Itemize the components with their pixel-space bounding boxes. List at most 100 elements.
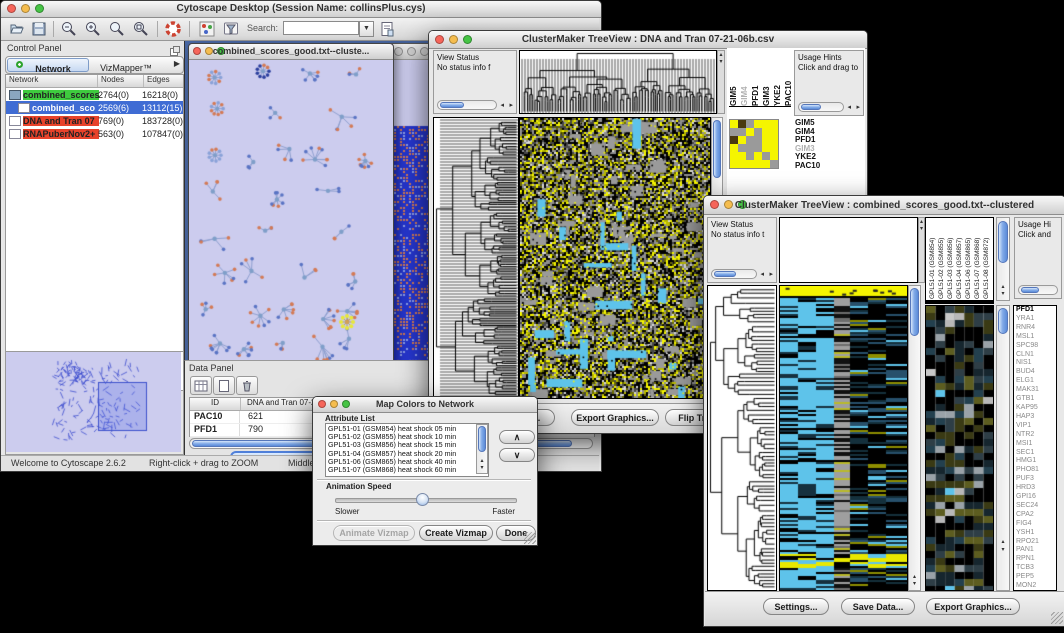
tv1-similarity-matrix[interactable] bbox=[729, 119, 779, 169]
scroll-left-icon[interactable]: ◂ bbox=[847, 103, 851, 111]
data-col-id[interactable]: ID bbox=[190, 398, 241, 410]
hscroll-thumb[interactable] bbox=[1021, 287, 1039, 293]
export-graphics-button[interactable]: Export Graphics... bbox=[926, 598, 1020, 615]
scroll-right-icon[interactable]: ▸ bbox=[856, 103, 860, 111]
tv1-hints-hscrollbar[interactable] bbox=[798, 102, 844, 112]
zoom-in-icon[interactable] bbox=[85, 21, 101, 42]
tv2-row-dendrogram[interactable] bbox=[708, 286, 776, 590]
export-graphics-button[interactable]: Export Graphics... bbox=[571, 409, 659, 426]
slower-label: Slower bbox=[335, 507, 359, 516]
background-network-canvas[interactable] bbox=[391, 60, 433, 364]
vscroll-thumb[interactable] bbox=[478, 426, 486, 452]
search-input[interactable] bbox=[283, 21, 359, 35]
open-session-icon[interactable] bbox=[9, 21, 25, 42]
attribute-list[interactable]: GPL51-01 (GSM854) heat shock 05 minGPL51… bbox=[325, 423, 489, 477]
resize-grip-icon[interactable] bbox=[524, 532, 536, 544]
scroll-right-icon[interactable]: ▸ bbox=[509, 101, 513, 109]
scroll-down-icon[interactable]: ▾ bbox=[477, 465, 487, 472]
scroll-up-icon[interactable]: ▴ bbox=[997, 539, 1009, 546]
scroll-down-icon[interactable]: ▾ bbox=[997, 547, 1009, 554]
network-view-canvas[interactable] bbox=[189, 60, 391, 366]
tv2-hints-hscrollbar[interactable] bbox=[1018, 285, 1058, 295]
animate-vizmap-button[interactable]: Animate Vizmap bbox=[333, 525, 415, 541]
network-row[interactable]: combined_scores2764(0)16218(0) bbox=[6, 88, 183, 101]
gene-label: NTR2 bbox=[1016, 431, 1056, 440]
vscroll-thumb[interactable] bbox=[910, 288, 919, 336]
network-row[interactable]: RNAPuberNov2+563(0)107847(0) bbox=[6, 127, 183, 140]
help-ring-icon[interactable] bbox=[165, 21, 181, 42]
tv1-col-scroll-strip[interactable]: ▴ ▾ bbox=[717, 50, 725, 114]
vscroll-thumb[interactable] bbox=[713, 120, 721, 178]
hscroll-thumb[interactable] bbox=[440, 102, 464, 108]
matrix-cell bbox=[730, 152, 738, 160]
search-dropdown-icon[interactable]: ▼ bbox=[359, 21, 374, 37]
navigator-canvas[interactable] bbox=[6, 352, 181, 452]
hscroll-thumb[interactable] bbox=[801, 104, 821, 110]
move-up-button[interactable]: ∧ bbox=[499, 430, 535, 444]
network-row[interactable]: DNA and Tran 07769(0)183728(0) bbox=[6, 114, 183, 127]
tv2-detail-heatmap[interactable] bbox=[926, 306, 993, 590]
attribute-item[interactable]: GPL51-07 (GSM868) heat shock 60 min bbox=[328, 466, 486, 474]
hscroll-thumb[interactable] bbox=[714, 271, 736, 277]
vscroll-thumb[interactable] bbox=[998, 308, 1008, 334]
tv1-heatmap[interactable] bbox=[520, 118, 710, 398]
tab-vizmapper[interactable]: VizMapper™ bbox=[90, 58, 162, 70]
filter-icon[interactable] bbox=[223, 21, 239, 42]
settings-button[interactable]: Settings... bbox=[763, 598, 829, 615]
tv2-detail-vscrollbar[interactable]: ▴ ▾ bbox=[996, 305, 1010, 591]
zoom-out-icon[interactable] bbox=[61, 21, 77, 42]
scroll-right-icon[interactable]: ▸ bbox=[769, 270, 773, 278]
save-session-icon[interactable] bbox=[31, 21, 47, 42]
tabs-overflow-arrow[interactable]: ▶ bbox=[174, 59, 180, 68]
tv2-column-dendrogram-panel[interactable] bbox=[779, 217, 918, 283]
scroll-up-icon[interactable]: ▴ bbox=[997, 284, 1009, 291]
scroll-up-icon[interactable]: ▴ bbox=[919, 219, 924, 226]
col-header-network[interactable]: Network bbox=[6, 75, 98, 87]
report-icon[interactable] bbox=[379, 21, 395, 42]
tv2-heat-vscrollbar[interactable]: ▴ ▾ bbox=[908, 285, 921, 591]
scroll-left-icon[interactable]: ◂ bbox=[500, 101, 504, 109]
tv2-col-vscrollbar[interactable]: ▴ ▾ bbox=[996, 217, 1010, 301]
network-navigator[interactable] bbox=[5, 351, 184, 455]
control-panel: Control Panel Network VizMapper™ ▶ Netwo… bbox=[3, 41, 184, 455]
table-icon[interactable] bbox=[190, 376, 212, 395]
new-attribute-icon[interactable] bbox=[213, 376, 235, 395]
vizmapper-icon[interactable] bbox=[199, 21, 215, 42]
zoom-selected-icon[interactable] bbox=[109, 21, 125, 42]
scroll-down-icon[interactable]: ▾ bbox=[997, 291, 1009, 298]
scroll-down-icon[interactable]: ▾ bbox=[909, 581, 920, 588]
create-vizmap-button[interactable]: Create Vizmap bbox=[419, 525, 493, 541]
tv1-view-status-panel: View Status No status info f ◂ ▸ bbox=[433, 50, 517, 114]
scroll-up-icon[interactable]: ▴ bbox=[718, 52, 724, 59]
zoom-fit-icon[interactable] bbox=[133, 21, 149, 42]
scroll-down-icon[interactable]: ▾ bbox=[919, 226, 924, 233]
tv1-row-dendrogram[interactable] bbox=[434, 118, 518, 398]
tv2-usage-hints-panel: Usage Hi Click and bbox=[1014, 217, 1062, 299]
network-table-header[interactable]: Network Nodes Edges bbox=[6, 75, 183, 88]
tab-network[interactable]: Network bbox=[7, 58, 89, 72]
scroll-up-icon[interactable]: ▴ bbox=[477, 458, 487, 465]
network-row[interactable]: combined_sco2569(6)13112(15) bbox=[6, 101, 183, 114]
scroll-down-icon[interactable]: ▾ bbox=[718, 59, 724, 66]
file-icon bbox=[9, 129, 21, 139]
network-name: combined_sco bbox=[32, 103, 96, 113]
slider-thumb[interactable] bbox=[416, 493, 429, 506]
attribute-list-vscrollbar[interactable]: ▴ ▾ bbox=[476, 424, 488, 474]
tv1-status-hscrollbar[interactable] bbox=[437, 100, 497, 110]
save-data-button[interactable]: Save Data... bbox=[841, 598, 915, 615]
main-titlebar[interactable]: Cytoscape Desktop (Session Name: collins… bbox=[1, 1, 601, 18]
col-header-nodes[interactable]: Nodes bbox=[98, 75, 144, 87]
resize-grip-icon[interactable] bbox=[1051, 612, 1063, 624]
tv2-heatmap[interactable] bbox=[780, 286, 907, 590]
matrix-cell bbox=[762, 120, 770, 128]
scroll-up-icon[interactable]: ▴ bbox=[909, 574, 920, 581]
scroll-left-icon[interactable]: ◂ bbox=[760, 270, 764, 278]
row-id: PAC10 bbox=[190, 411, 240, 423]
tv1-column-dendrogram[interactable] bbox=[520, 51, 716, 113]
move-down-button[interactable]: ∨ bbox=[499, 448, 535, 462]
tv2-col-scroll-strip[interactable]: ▴ ▾ bbox=[918, 217, 925, 283]
col-header-edges[interactable]: Edges bbox=[144, 75, 183, 87]
trash-icon[interactable] bbox=[236, 376, 258, 395]
vscroll-thumb[interactable] bbox=[998, 221, 1008, 263]
tv2-status-hscrollbar[interactable] bbox=[711, 269, 757, 279]
